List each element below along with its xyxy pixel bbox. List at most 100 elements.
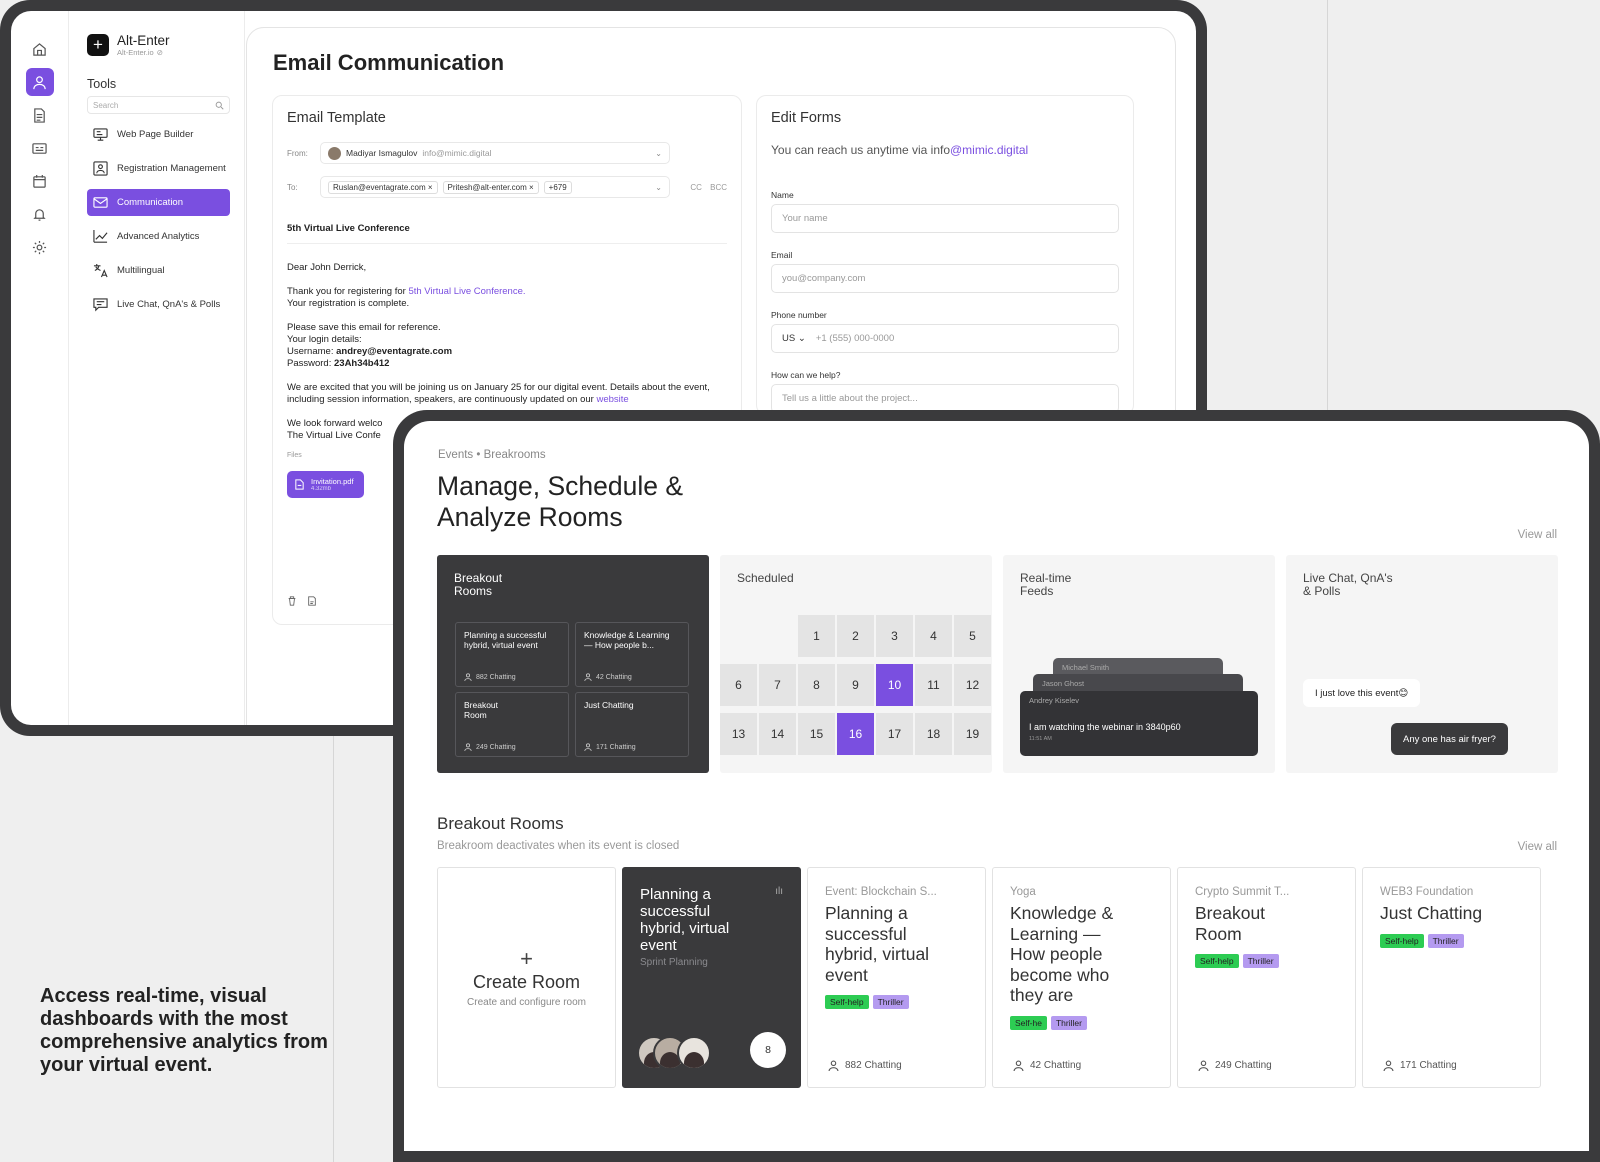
count-text: 42 Chatting <box>1030 1060 1082 1071</box>
tool-web-page-builder[interactable]: Web Page Builder <box>87 121 230 148</box>
room-name: Just Chatting <box>1380 903 1483 923</box>
phone-field[interactable]: US ⌄ +1 (555) 000-0000 <box>771 324 1119 353</box>
tool-registration-management[interactable]: Registration Management <box>87 155 230 182</box>
scheduled-feature[interactable]: Scheduled 1 2 3 4 5 6 7 8 9 10 11 12 13 14 15 16 17 18 19 <box>720 555 992 773</box>
gear-icon[interactable] <box>26 233 54 261</box>
count-text: 171 Chatting <box>1400 1060 1457 1071</box>
bcc-button[interactable]: BCC <box>710 183 727 192</box>
calendar-day[interactable]: 18 <box>915 713 952 755</box>
user-icon <box>584 673 592 681</box>
room-tile[interactable]: Planning a successful hybrid, virtual ev… <box>455 622 569 687</box>
tag: Thriller <box>872 995 909 1009</box>
calendar-day[interactable]: 8 <box>798 664 835 706</box>
reach-link[interactable]: @mimic.digital <box>950 143 1028 157</box>
calendar-day[interactable]: 15 <box>798 713 835 755</box>
room-card[interactable]: Crypto Summit T... Breakout Room Self-he… <box>1177 867 1356 1088</box>
attachment-file[interactable]: Invitation.pdf 4.32mb <box>287 471 364 498</box>
bell-icon[interactable] <box>26 200 54 228</box>
phone-placeholder: +1 (555) 000-0000 <box>815 333 895 344</box>
tool-live-chat[interactable]: Live Chat, QnA's & Polls <box>87 291 230 318</box>
active-room-card[interactable]: Planning a successful hybrid, virtual ev… <box>622 867 801 1088</box>
room-card[interactable]: Yoga Knowledge & Learning — How people b… <box>992 867 1171 1088</box>
brand-url-text: Alt-Enter.io <box>117 48 154 57</box>
registration-icon <box>93 161 108 176</box>
mail-icon <box>93 197 108 208</box>
greeting: Dear John Derrick, <box>287 262 367 273</box>
email-field[interactable]: you@company.com <box>771 264 1119 293</box>
count-text: 882 Chatting <box>845 1060 902 1071</box>
calendar-day[interactable]: 6 <box>720 664 757 706</box>
document-icon[interactable] <box>26 101 54 129</box>
view-all-features-link[interactable]: View all <box>1518 529 1557 541</box>
conference-link[interactable]: 5th Virtual Live Conference. <box>408 286 525 297</box>
room-tile[interactable]: Breakout Room 249 Chatting <box>455 692 569 757</box>
excited-text: We are excited that you will be joining … <box>287 382 710 405</box>
calendar-day[interactable]: 11 <box>915 664 952 706</box>
calendar-day[interactable]: 2 <box>837 615 874 657</box>
calendar-icon[interactable] <box>26 167 54 195</box>
calendar-day[interactable]: 17 <box>876 713 913 755</box>
avatar <box>677 1036 711 1070</box>
calendar-day[interactable]: 1 <box>798 615 835 657</box>
thanks-text: Thank you for registering for <box>287 286 409 297</box>
tools-panel: + Alt-Enter Alt-Enter.io ⊘ Tools Search W… <box>69 11 245 725</box>
to-select[interactable]: Ruslan@eventagrate.com × Pritesh@alt-ent… <box>320 176 670 198</box>
view-all-rooms-link[interactable]: View all <box>1518 841 1557 853</box>
tools-title: Tools <box>87 77 117 91</box>
calendar-day[interactable]: 16 <box>837 713 874 755</box>
create-room-card[interactable]: + Create Room Create and configure room <box>437 867 616 1088</box>
email-label: Email <box>771 250 793 260</box>
tool-multilingual[interactable]: Multilingual <box>87 257 230 284</box>
calendar-day[interactable]: 4 <box>915 615 952 657</box>
trash-icon[interactable] <box>287 596 297 606</box>
tile-count: 882 Chatting <box>464 673 516 681</box>
calendar-day[interactable]: 9 <box>837 664 874 706</box>
login-details: Your login details: <box>287 334 362 345</box>
realtime-feeds-feature[interactable]: Real-time Feeds Michael Smith Jason Ghos… <box>1003 555 1275 773</box>
feed-author: Andrey Kiselev <box>1029 696 1080 705</box>
from-name: Madiyar Ismagulov <box>346 148 418 158</box>
section-subtitle: Breakroom deactivates when its event is … <box>437 840 680 852</box>
search-icon <box>215 101 224 110</box>
email-subject[interactable]: 5th Virtual Live Conference <box>287 223 727 244</box>
room-card[interactable]: Event: Blockchain S... Planning a succes… <box>807 867 986 1088</box>
room-tile[interactable]: Just Chatting 171 Chatting <box>575 692 689 757</box>
from-select[interactable]: Madiyar Ismagulov info@mimic.digital ⌄ <box>320 142 670 164</box>
live-chat-feature[interactable]: Live Chat, QnA's & Polls I just love thi… <box>1286 555 1558 773</box>
recipient-chip[interactable]: Pritesh@alt-enter.com × <box>442 180 539 194</box>
calendar-day[interactable]: 13 <box>720 713 757 755</box>
calendar-day[interactable]: 14 <box>759 713 796 755</box>
calendar-day[interactable]: 7 <box>759 664 796 706</box>
search-input[interactable]: Search <box>87 96 230 114</box>
room-tags: Self-help Thriller <box>1195 954 1338 968</box>
tool-advanced-analytics[interactable]: Advanced Analytics <box>87 223 230 250</box>
room-tile[interactable]: Knowledge & Learning — How people b... 4… <box>575 622 689 687</box>
tool-communication[interactable]: Communication <box>87 189 230 216</box>
help-textarea[interactable]: Tell us a little about the project... <box>771 384 1119 413</box>
calendar-day[interactable]: 5 <box>954 615 991 657</box>
calendar-day[interactable]: 12 <box>954 664 991 706</box>
feature-title: Real-time Feeds <box>1020 571 1072 598</box>
tile-count: 249 Chatting <box>464 743 516 751</box>
recipient-chip[interactable]: Ruslan@eventagrate.com × <box>328 180 438 194</box>
user-icon[interactable] <box>25 68 54 96</box>
more-recipients-chip[interactable]: +679 <box>543 180 572 194</box>
tag: Thriller <box>1050 1015 1087 1030</box>
calendar-day[interactable]: 19 <box>954 713 991 755</box>
website-link[interactable]: website <box>596 394 628 405</box>
brand-url: Alt-Enter.io ⊘ <box>117 48 170 57</box>
calendar-day[interactable]: 3 <box>876 615 913 657</box>
file-icon <box>295 479 304 490</box>
save-file-icon[interactable] <box>307 596 317 606</box>
name-field[interactable]: Your name <box>771 204 1119 233</box>
cc-button[interactable]: CC <box>690 183 702 192</box>
country-select[interactable]: US ⌄ <box>782 333 806 344</box>
home-icon[interactable] <box>26 35 54 63</box>
calendar-day[interactable]: 10 <box>876 664 913 706</box>
room-card[interactable]: WEB3 Foundation Just Chatting Self-help T… <box>1362 867 1541 1088</box>
login-paragraph: Please save this email for reference. You… <box>287 322 725 370</box>
ticket-icon[interactable] <box>26 134 54 162</box>
breakout-rooms-feature[interactable]: Breakout Rooms Planning a successful hyb… <box>437 555 709 773</box>
save-line: Please save this email for reference. <box>287 322 441 333</box>
breadcrumb: Events • Breakrooms <box>438 449 546 461</box>
